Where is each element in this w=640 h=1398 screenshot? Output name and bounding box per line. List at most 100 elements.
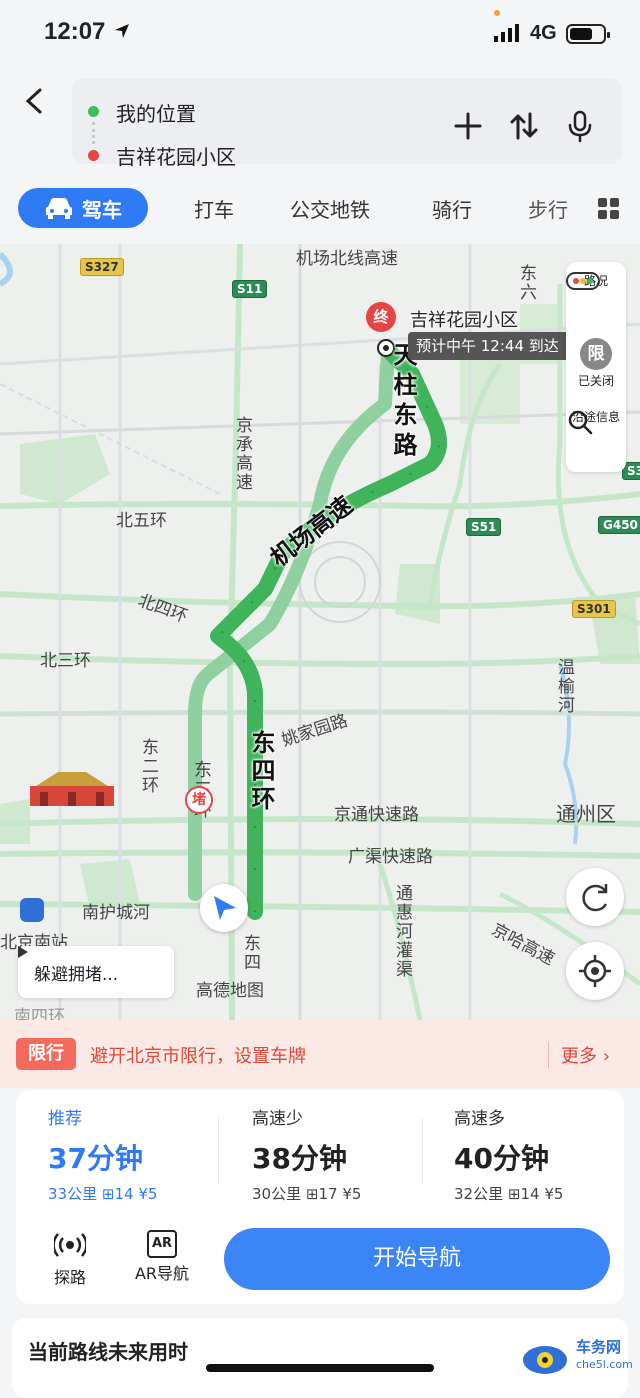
divider xyxy=(218,1118,219,1184)
destination-dot-icon xyxy=(88,150,99,161)
microphone-icon[interactable] xyxy=(562,108,598,144)
label-amap: 高德地图 xyxy=(196,981,264,1001)
shield-s11: S11 xyxy=(232,280,268,298)
restriction-tag: 限行 xyxy=(16,1038,76,1070)
label-north-3rd: 北三环 xyxy=(40,651,91,671)
label-tianzhu-road: 天柱东路 xyxy=(389,342,417,462)
label-east-4th-ring: 东四环 xyxy=(247,730,275,814)
tab-bike[interactable]: 骑行 xyxy=(432,194,472,223)
route-options-card: 推荐 37分钟 33公里 ⊞14 ¥5 高速少 38分钟 30公里 ⊞17 ¥5… xyxy=(16,1090,624,1304)
destination-label: 吉祥花园小区 xyxy=(410,310,518,331)
restriction-icon: 限 xyxy=(580,338,612,370)
label-airport-north: 机场北线高速 xyxy=(296,249,398,269)
tab-drive[interactable]: 驾车 xyxy=(18,188,148,228)
locate-icon xyxy=(579,955,611,987)
origin-dot-icon xyxy=(88,106,99,117)
tab-drive-label: 驾车 xyxy=(82,197,122,222)
watermark-name: 车务网 xyxy=(576,1338,622,1356)
shield-s51: S51 xyxy=(466,518,502,536)
label-tongzhou: 通州区 xyxy=(556,802,616,826)
route-option-duration: 40分钟 xyxy=(454,1142,549,1175)
destination-pin[interactable]: 终 xyxy=(366,302,396,332)
traffic-light-icon xyxy=(566,272,600,290)
current-location-marker xyxy=(200,884,248,932)
restriction-bar[interactable]: 限行 避开北京市限行，设置车牌 更多 › xyxy=(0,1020,640,1088)
network-type: 4G xyxy=(530,22,557,44)
label-guangqu: 广渠快速路 xyxy=(348,847,433,867)
route-input-box: 我的位置 吉祥花园小区 xyxy=(72,78,622,169)
route-option-less-highway[interactable]: 高速少 38分钟 30公里 ⊞17 ¥5 xyxy=(252,1104,442,1204)
signal-icon xyxy=(494,24,519,42)
route-option-meta: 30公里 ⊞17 ¥5 xyxy=(252,1185,362,1203)
route-option-meta: 33公里 ⊞14 ¥5 xyxy=(48,1185,158,1203)
route-option-more-highway[interactable]: 高速多 40分钟 32公里 ⊞14 ¥5 xyxy=(454,1104,640,1204)
route-option-meta: 32公里 ⊞14 ¥5 xyxy=(454,1185,564,1203)
shield-s301: S301 xyxy=(572,600,616,618)
watermark-logo: 车务网 che5l.com xyxy=(520,1334,633,1382)
home-indicator xyxy=(206,1364,434,1372)
origin-field[interactable]: 我的位置 xyxy=(116,98,196,127)
mode-tabs: 驾车 打车 公交地铁 骑行 步行 xyxy=(0,176,640,244)
shield-s327: S327 xyxy=(80,258,124,276)
label-nanhucheng: 南护城河 xyxy=(82,903,150,923)
avoid-congestion-button[interactable]: 躲避拥堵... xyxy=(18,946,174,998)
battery-icon xyxy=(566,24,610,44)
restriction-text: 避开北京市限行，设置车牌 xyxy=(90,1046,306,1067)
eta-label: 预计中午 12:44 到达 xyxy=(408,332,578,360)
restriction-toggle[interactable]: 限 已关闭 xyxy=(566,338,626,389)
tab-taxi[interactable]: 打车 xyxy=(194,194,234,223)
route-option-name: 推荐 xyxy=(48,1109,82,1129)
explore-label: 探路 xyxy=(53,1268,86,1287)
radar-icon xyxy=(52,1233,88,1257)
refresh-icon xyxy=(582,884,608,912)
status-time: 12:07 xyxy=(44,18,106,45)
car-icon xyxy=(46,198,72,219)
back-icon[interactable] xyxy=(20,86,50,116)
tab-walk[interactable]: 步行 xyxy=(528,194,568,223)
subway-icon xyxy=(20,898,44,922)
traffic-toggle[interactable]: 路况 xyxy=(566,272,626,290)
label-east-6th: 东六 xyxy=(516,264,536,302)
route-dots xyxy=(92,122,95,144)
privacy-dot xyxy=(494,10,500,16)
along-route-button[interactable]: 沿途信息 xyxy=(566,408,626,435)
ar-navigation-button[interactable]: AR AR导航 xyxy=(122,1230,202,1284)
start-navigation-button[interactable]: 开始导航 xyxy=(224,1228,610,1290)
explore-button[interactable]: 探路 xyxy=(30,1230,110,1288)
watermark-mascot-icon xyxy=(523,1346,567,1374)
label-east-4th-small: 东四 xyxy=(240,934,260,972)
ar-label: AR导航 xyxy=(134,1264,190,1283)
restriction-label: 已关闭 xyxy=(577,374,614,388)
ar-icon: AR xyxy=(147,1230,177,1258)
route-header: 我的位置 吉祥花园小区 xyxy=(0,66,640,176)
watermark-url: che5l.com xyxy=(576,1358,633,1371)
play-arrow-icon xyxy=(18,946,28,958)
future-time-title: 当前路线未来用时 xyxy=(28,1340,188,1364)
route-option-recommended[interactable]: 推荐 37分钟 33公里 ⊞14 ¥5 xyxy=(48,1104,238,1204)
label-wenyu: 温榆河 xyxy=(554,658,574,715)
label-south-4th: 南四环 xyxy=(14,1007,65,1020)
jam-marker[interactable]: 堵 xyxy=(185,786,213,814)
status-bar: 12:07 4G xyxy=(0,0,640,66)
swap-icon[interactable] xyxy=(506,108,542,144)
map-view[interactable]: S327 S11 S51 G450 S301 S3 机场北线高速 东六 京承高速… xyxy=(0,244,640,1020)
route-option-name: 高速多 xyxy=(454,1109,505,1129)
avoid-congestion-label: 躲避拥堵... xyxy=(34,964,119,985)
locate-button[interactable] xyxy=(566,942,624,1000)
map-side-panel: 路况 限 已关闭 沿途信息 xyxy=(566,262,626,472)
route-option-name: 高速少 xyxy=(252,1109,303,1129)
restriction-more-link[interactable]: 更多 › xyxy=(548,1042,610,1068)
destination-field[interactable]: 吉祥花园小区 xyxy=(116,141,236,170)
location-arrow-icon xyxy=(115,24,129,38)
route-option-duration: 38分钟 xyxy=(252,1142,347,1175)
refresh-button[interactable] xyxy=(566,868,624,926)
shield-g450: G450 xyxy=(598,516,640,534)
add-waypoint-icon[interactable] xyxy=(450,108,486,144)
route-option-duration: 37分钟 xyxy=(48,1142,143,1175)
divider xyxy=(422,1118,423,1184)
label-east-2nd: 东二环 xyxy=(138,738,158,795)
label-jingcheng: 京承高速 xyxy=(232,416,252,492)
tab-transit[interactable]: 公交地铁 xyxy=(290,194,370,223)
search-icon xyxy=(568,410,593,435)
grid-menu-icon[interactable] xyxy=(598,198,620,220)
